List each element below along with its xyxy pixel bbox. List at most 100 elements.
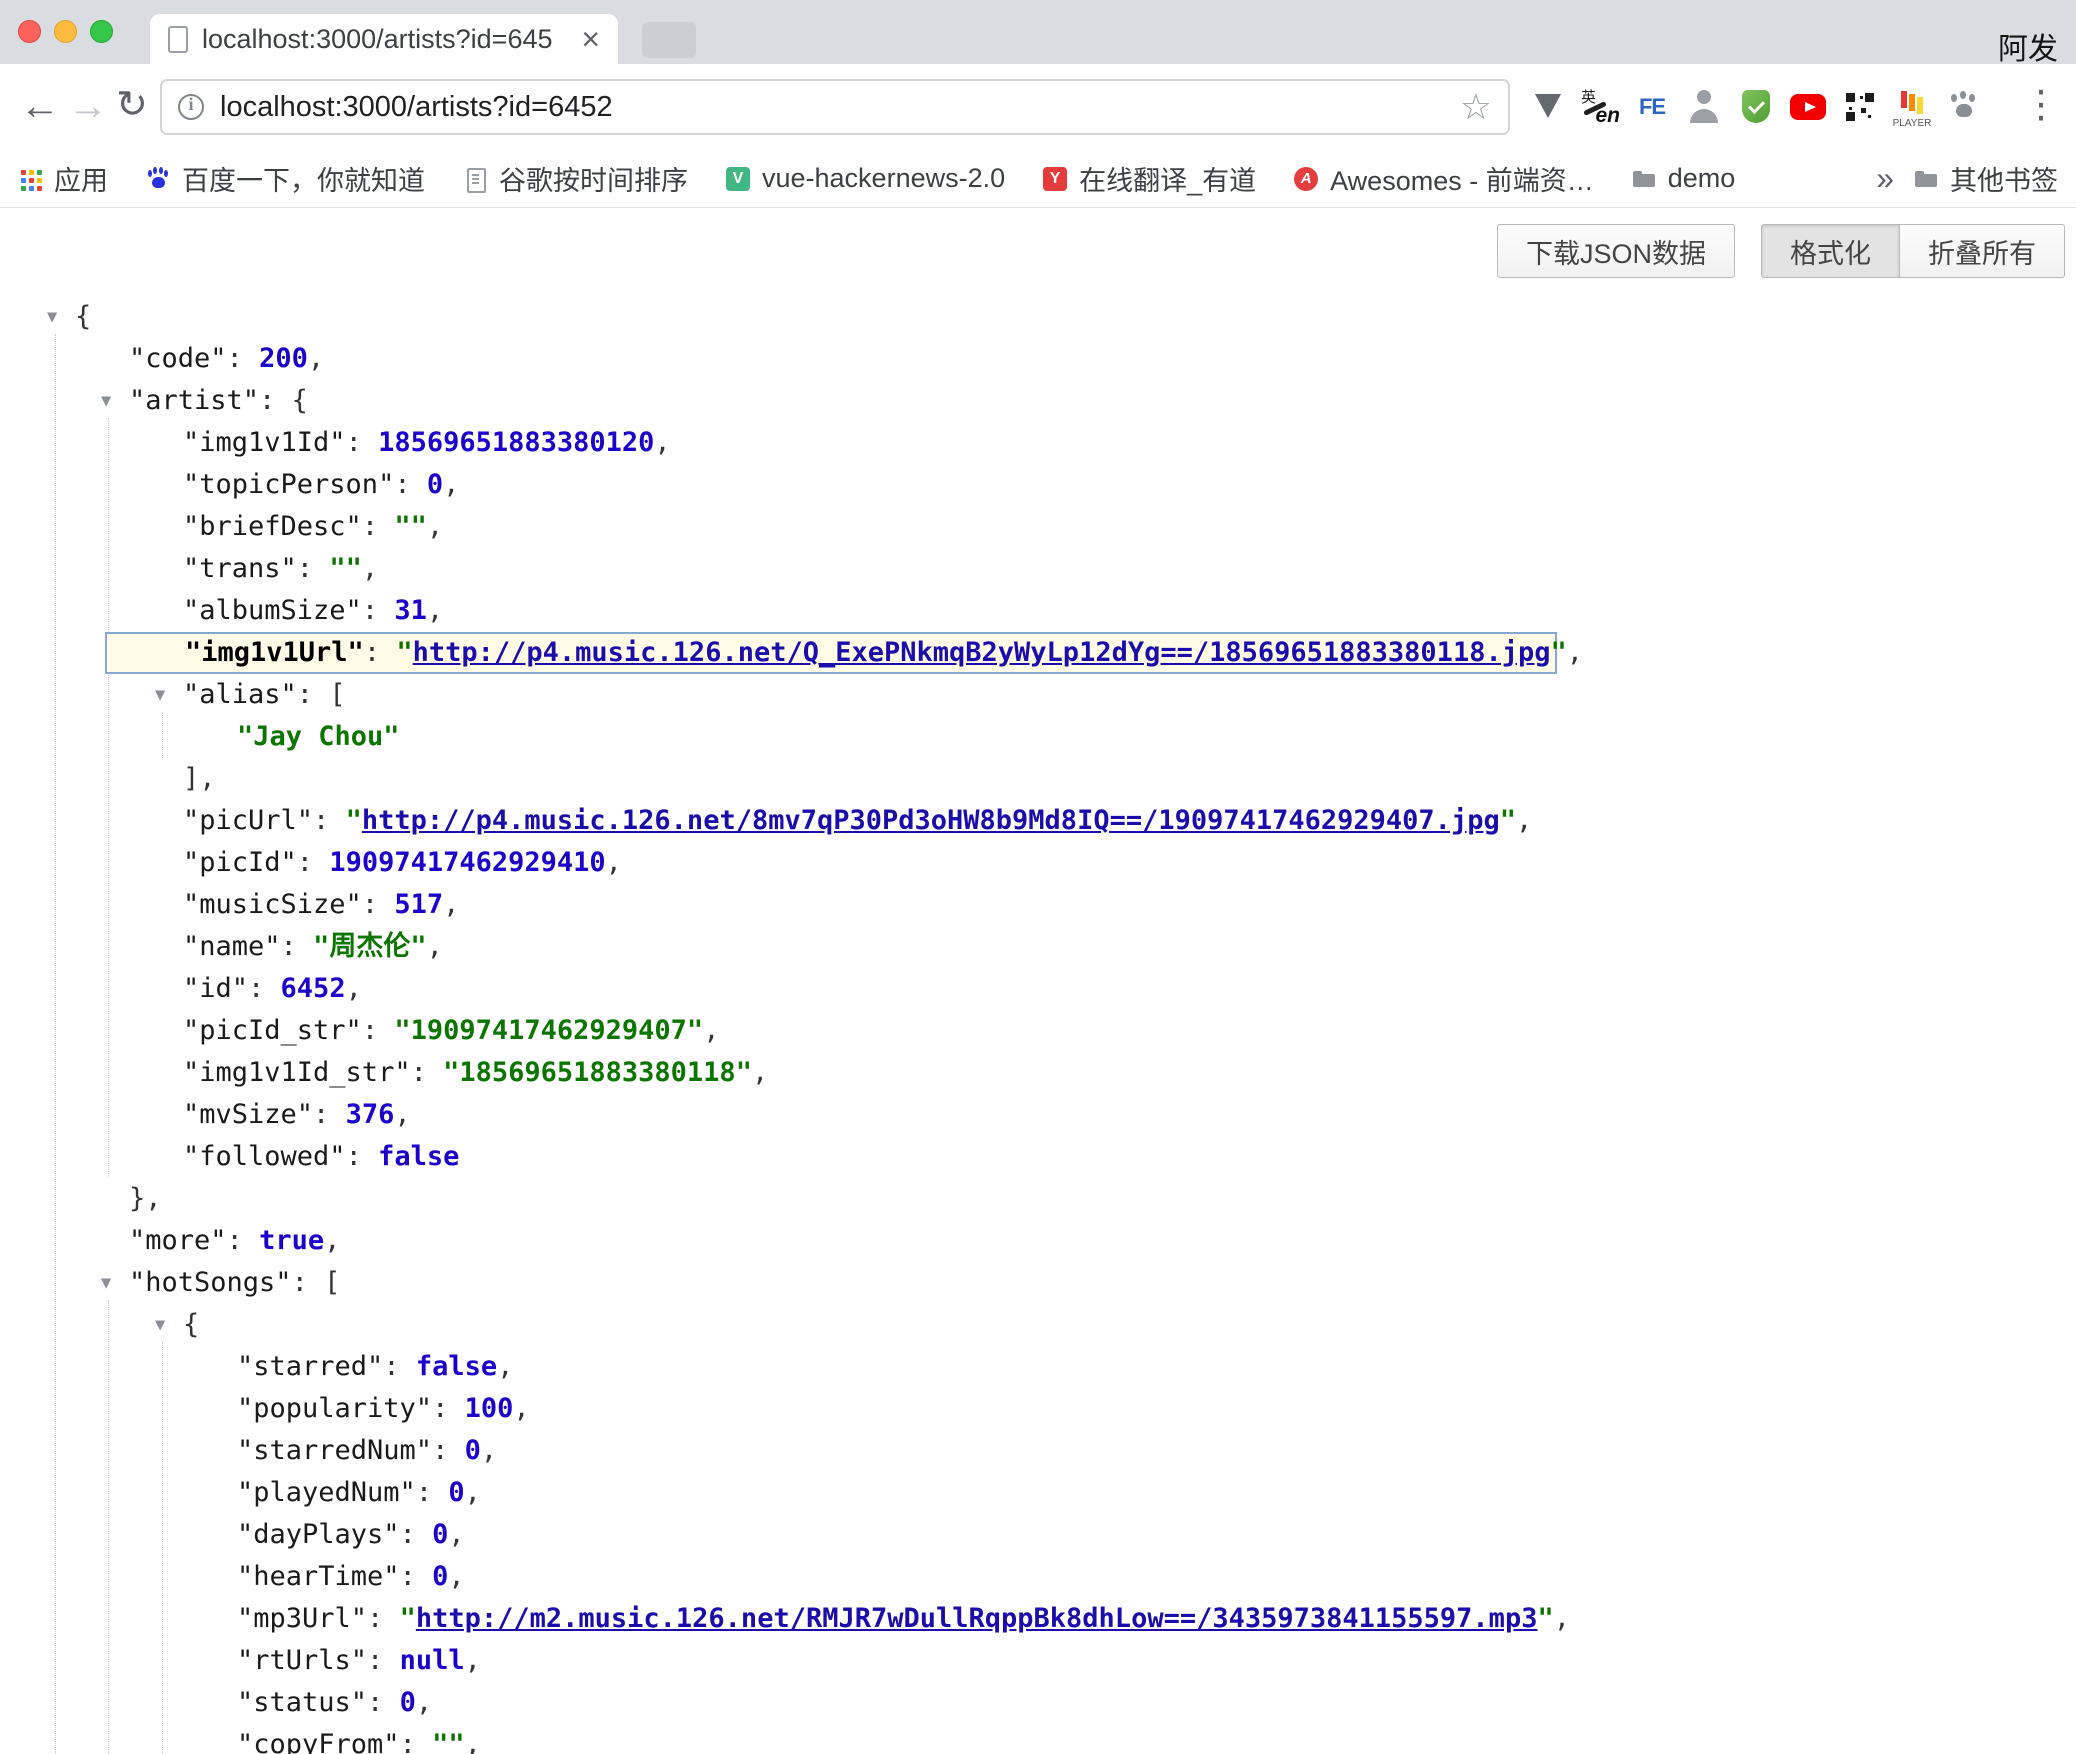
json-colon: : [400, 1561, 433, 1592]
json-colon: : [227, 343, 260, 374]
browser-menu-icon[interactable]: ⋮ [2022, 86, 2060, 124]
json-num-value: 200 [259, 343, 308, 374]
json-line: "picId_str": "19097417462929407", [0, 1010, 2076, 1052]
json-key: "dayPlays" [237, 1519, 400, 1550]
reload-button[interactable]: ↻ [116, 86, 148, 124]
json-comma: , [362, 553, 378, 584]
paw-icon[interactable] [1944, 85, 1984, 129]
json-colon: : [227, 1225, 260, 1256]
player-icon[interactable]: PLAYER [1892, 85, 1932, 129]
close-quote: " [1537, 1603, 1553, 1634]
json-line: "starredNum": 0, [0, 1430, 2076, 1472]
collapse-toggle-icon[interactable]: ▼ [101, 1262, 111, 1304]
json-key: "img1v1Id" [183, 427, 346, 458]
json-colon: : [259, 385, 292, 416]
fe-icon[interactable]: FE [1632, 85, 1672, 129]
json-comma: , [1554, 1603, 1570, 1634]
collapse-all-button[interactable]: 折叠所有 [1900, 224, 2065, 278]
baidu-icon [146, 167, 170, 191]
collapse-toggle-icon[interactable]: ▼ [101, 380, 111, 422]
tab-title: localhost:3000/artists?id=645 [202, 24, 571, 55]
zoom-window-button[interactable] [90, 20, 113, 43]
json-colon: : [362, 595, 395, 626]
json-colon: : [400, 1729, 433, 1754]
address-bar[interactable]: localhost:3000/artists?id=6452 ☆ [160, 79, 1510, 135]
minimize-window-button[interactable] [54, 20, 77, 43]
person-icon[interactable] [1684, 85, 1724, 129]
json-colon: : [362, 511, 395, 542]
json-num-value: 0 [465, 1435, 481, 1466]
folder-icon [1632, 167, 1656, 191]
bookmark-item[interactable]: demo [1632, 163, 1736, 194]
new-tab-button[interactable] [642, 22, 696, 58]
en-translate-icon[interactable]: 英en [1580, 85, 1620, 129]
json-bracket: ], [183, 763, 216, 794]
folder-icon [1914, 167, 1938, 191]
bookmarks-right: » 其他书签 [1876, 159, 2058, 198]
page-info-icon[interactable] [178, 94, 204, 120]
browser-window: localhost:3000/artists?id=645 × 阿发 ← → ↻… [0, 0, 2076, 1754]
close-window-button[interactable] [18, 20, 41, 43]
json-colon: : [367, 1687, 400, 1718]
bookmark-item[interactable]: AAwesomes - 前端资… [1294, 159, 1594, 198]
json-key: "picUrl" [183, 805, 313, 836]
json-comma: , [465, 1645, 481, 1676]
collapse-toggle-icon[interactable]: ▼ [155, 1304, 165, 1346]
json-colon: : [367, 1603, 400, 1634]
format-button[interactable]: 格式化 [1761, 224, 1900, 278]
json-key: "playedNum" [237, 1477, 416, 1508]
json-line: "musicSize": 517, [0, 884, 2076, 926]
json-line: "img1v1Url": "http://p4.music.126.net/Q_… [105, 632, 1557, 674]
json-line: "mp3Url": "http://m2.music.126.net/RMJR7… [0, 1598, 2076, 1640]
youdao-icon: Y [1043, 167, 1067, 191]
bookmark-label: 在线翻译_有道 [1079, 159, 1256, 198]
tab-close-icon[interactable]: × [581, 23, 600, 55]
json-key: "code" [129, 343, 227, 374]
extensions-area: 英en FE PLAYER [1528, 64, 1984, 150]
json-line: "img1v1Id_str": "18569651883380118", [0, 1052, 2076, 1094]
json-link-value[interactable]: http://p4.music.126.net/Q_ExePNkmqB2yWyL… [413, 637, 1551, 668]
json-line: ▼"alias": [ [0, 674, 2076, 716]
json-link-value[interactable]: http://p4.music.126.net/8mv7qP30Pd3oHW8b… [362, 805, 1500, 836]
youtube-icon[interactable] [1788, 85, 1828, 129]
adguard-shield-icon[interactable] [1736, 85, 1776, 129]
json-link-value[interactable]: http://m2.music.126.net/RMJR7wDullRqppBk… [416, 1603, 1538, 1634]
bookmark-item[interactable]: Y 在线翻译_有道 [1043, 159, 1256, 198]
collapse-toggle-icon[interactable]: ▼ [155, 674, 165, 716]
json-colon: : [411, 1057, 444, 1088]
json-key: "mvSize" [183, 1099, 313, 1130]
json-key: "briefDesc" [183, 511, 362, 542]
open-quote: " [400, 1603, 416, 1634]
back-button[interactable]: ← [20, 86, 60, 126]
browser-tab[interactable]: localhost:3000/artists?id=645 × [150, 14, 618, 64]
bookmark-item[interactable]: 谷歌按时间排序 [463, 159, 688, 198]
qr-code-icon[interactable] [1840, 85, 1880, 129]
bookmark-label: 百度一下，你就知道 [182, 159, 425, 198]
json-line: "id": 6452, [0, 968, 2076, 1010]
close-quote: " [1550, 637, 1566, 668]
json-bracket: { [292, 385, 308, 416]
json-key: "topicPerson" [183, 469, 394, 500]
json-key: "img1v1Url" [185, 637, 364, 668]
other-bookmarks-folder[interactable]: 其他书签 [1914, 159, 2058, 198]
json-colon: : [297, 679, 330, 710]
bookmark-item[interactable]: Vvue-hackernews-2.0 [726, 163, 1005, 194]
url-text[interactable]: localhost:3000/artists?id=6452 [220, 91, 1460, 124]
bookmark-item[interactable]: 百度一下，你就知道 [146, 159, 425, 198]
json-key: "name" [183, 931, 281, 962]
bookmarks-bar: 应用 百度一下，你就知道谷歌按时间排序 Vvue-hackernews-2.0 Y 在线… [0, 150, 2076, 208]
profile-name[interactable]: 阿发 [1998, 24, 2058, 68]
bookmark-star-icon[interactable]: ☆ [1460, 89, 1492, 125]
vimium-flag-icon[interactable] [1528, 85, 1568, 129]
json-key: "status" [237, 1687, 367, 1718]
json-colon: : [364, 637, 397, 668]
json-num-value: 0 [427, 469, 443, 500]
collapse-toggle-icon[interactable]: ▼ [47, 296, 57, 338]
bookmark-label: demo [1668, 163, 1736, 194]
bookmarks-overflow-chevron[interactable]: » [1876, 160, 1894, 197]
download-json-button[interactable]: 下载JSON数据 [1497, 224, 1735, 278]
json-comma: , [481, 1435, 497, 1466]
json-colon: : [367, 1645, 400, 1676]
json-comma: , [346, 973, 362, 1004]
bookmark-item[interactable]: 应用 [18, 159, 108, 198]
